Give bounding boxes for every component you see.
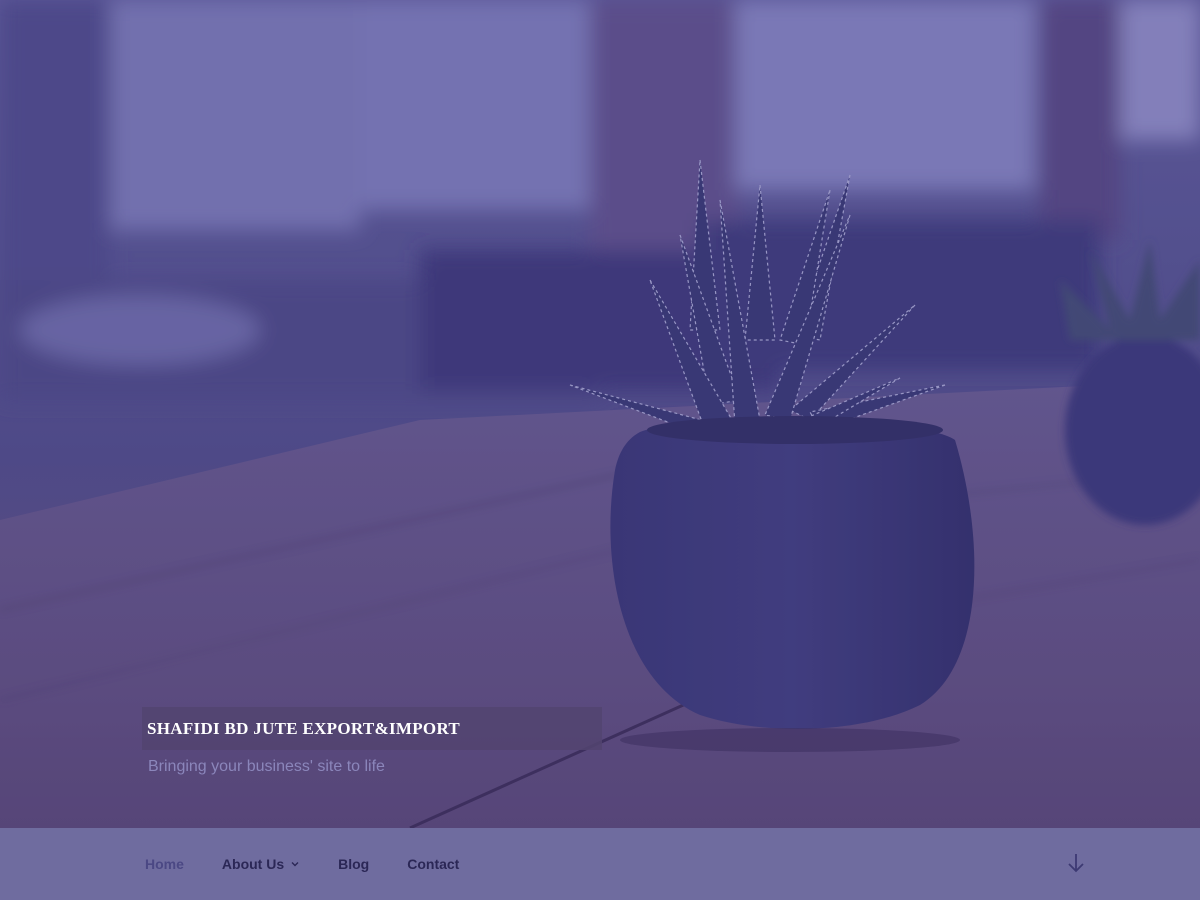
site-title-box: SHAFIDI BD JUTE EXPORT&IMPORT: [142, 707, 602, 750]
hero-overlay: [0, 0, 1200, 828]
nav-item-label: Contact: [407, 856, 460, 872]
main-navigation: Home About Us Blog Contact: [0, 828, 1200, 900]
nav-item-home[interactable]: Home: [145, 856, 184, 872]
nav-item-label: Home: [145, 856, 184, 872]
nav-item-blog[interactable]: Blog: [338, 856, 369, 872]
nav-item-contact[interactable]: Contact: [407, 856, 459, 872]
page: SHAFIDI BD JUTE EXPORT&IMPORT Bringing y…: [0, 0, 1200, 900]
nav-menu: Home About Us Blog Contact: [145, 828, 497, 900]
nav-item-about-us[interactable]: About Us: [222, 856, 300, 872]
site-tagline: Bringing your business' site to life: [148, 758, 385, 775]
site-title-link[interactable]: SHAFIDI BD JUTE EXPORT&IMPORT: [147, 719, 460, 739]
chevron-down-icon[interactable]: [290, 859, 300, 869]
arrow-down-icon[interactable]: [1064, 850, 1088, 876]
header-hero: [0, 0, 1200, 828]
site-branding: SHAFIDI BD JUTE EXPORT&IMPORT Bringing y…: [142, 707, 602, 776]
nav-item-label: About Us: [221, 856, 285, 872]
nav-item-label: Blog: [338, 856, 370, 872]
